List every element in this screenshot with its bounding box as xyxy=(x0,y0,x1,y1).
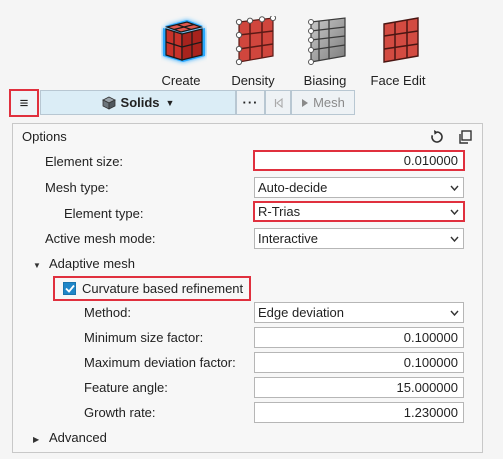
curvature-refinement-label: Curvature based refinement xyxy=(82,281,244,296)
caret-right-icon: ▶ xyxy=(33,435,40,444)
min-size-factor-value: 0.100000 xyxy=(403,330,458,345)
hamburger-menu-button[interactable]: ≡ xyxy=(9,89,39,117)
biasing-label: Biasing xyxy=(303,73,347,88)
solid-cube-icon xyxy=(101,96,116,110)
play-icon xyxy=(302,98,309,107)
density-mesh-icon xyxy=(235,16,277,66)
face-edit-tool[interactable]: Face Edit xyxy=(363,14,433,90)
method-label: Method: xyxy=(84,305,131,320)
feature-angle-input[interactable]: 15.000000 xyxy=(254,377,464,398)
density-label: Density xyxy=(231,73,275,88)
min-size-factor-label: Minimum size factor: xyxy=(84,330,204,345)
growth-rate-input[interactable]: 1.230000 xyxy=(254,402,464,423)
chevron-down-icon xyxy=(450,310,459,316)
reset-icon[interactable] xyxy=(429,129,445,145)
chevron-down-icon: ▼ xyxy=(165,97,175,108)
element-size-label: Element size: xyxy=(45,154,124,169)
mesh-panel-window: Create Density Biasing Face Edit ≡ Solid… xyxy=(0,0,503,459)
face-edit-icon xyxy=(383,17,419,63)
mesh-type-label: Mesh type: xyxy=(45,180,109,195)
element-type-value: R-Trias xyxy=(258,204,301,219)
ribbon: Create Density Biasing Face Edit xyxy=(0,0,503,88)
hamburger-icon: ≡ xyxy=(19,94,29,112)
mesh-button[interactable]: Mesh xyxy=(291,90,355,115)
curvature-refinement-option[interactable]: Curvature based refinement xyxy=(53,276,251,301)
advanced-label: Advanced xyxy=(49,430,107,445)
feature-angle-value: 15.000000 xyxy=(396,380,458,395)
mesh-type-value: Auto-decide xyxy=(258,180,328,195)
solids-label: Solids xyxy=(120,95,160,110)
options-panel: Options Element size: 0.010000 Mesh type… xyxy=(12,123,483,453)
chevron-down-icon xyxy=(450,185,459,191)
chevron-down-icon xyxy=(450,209,459,215)
element-type-select[interactable]: R-Trias xyxy=(253,201,465,222)
method-select[interactable]: Edge deviation xyxy=(254,302,464,323)
mesh-type-select[interactable]: Auto-decide xyxy=(254,177,464,198)
mesh-label: Mesh xyxy=(313,95,345,110)
caret-down-icon: ▼ xyxy=(33,261,41,270)
popout-icon[interactable] xyxy=(457,129,473,145)
feature-angle-label: Feature angle: xyxy=(84,380,168,395)
min-size-factor-input[interactable]: 0.100000 xyxy=(254,327,464,348)
active-mesh-mode-value: Interactive xyxy=(258,231,318,246)
options-title: Options xyxy=(22,129,67,144)
skip-back-icon xyxy=(274,97,283,108)
max-deviation-factor-label: Maximum deviation factor: xyxy=(84,355,236,370)
previous-button[interactable] xyxy=(265,90,291,115)
create-tool[interactable]: Create xyxy=(146,14,216,90)
advanced-section-header[interactable]: ▶ Advanced xyxy=(33,430,107,445)
mesh-toolbar: ≡ Solids ▼ ··· Mesh xyxy=(6,89,356,117)
max-deviation-factor-input[interactable]: 0.100000 xyxy=(254,352,464,373)
growth-rate-label: Growth rate: xyxy=(84,405,156,420)
adaptive-mesh-label: Adaptive mesh xyxy=(49,256,135,271)
active-mesh-mode-label: Active mesh mode: xyxy=(45,231,156,246)
solids-dropdown[interactable]: Solids ▼ xyxy=(40,90,236,115)
curvature-refinement-checkbox[interactable] xyxy=(63,282,76,295)
growth-rate-value: 1.230000 xyxy=(403,405,458,420)
density-tool[interactable]: Density xyxy=(218,14,288,90)
biasing-mesh-icon xyxy=(308,17,346,65)
create-cube-icon xyxy=(163,20,205,62)
create-label: Create xyxy=(161,73,201,88)
chevron-down-icon xyxy=(450,236,459,242)
more-icon: ··· xyxy=(242,95,259,110)
active-mesh-mode-select[interactable]: Interactive xyxy=(254,228,464,249)
method-value: Edge deviation xyxy=(258,305,345,320)
adaptive-mesh-section-header[interactable]: ▼ Adaptive mesh xyxy=(33,256,135,271)
face-edit-label: Face Edit xyxy=(370,73,426,88)
element-size-input[interactable]: 0.010000 xyxy=(253,150,465,171)
more-options-button[interactable]: ··· xyxy=(236,90,265,115)
element-size-value: 0.010000 xyxy=(403,153,458,168)
element-type-label: Element type: xyxy=(64,206,144,221)
biasing-tool[interactable]: Biasing xyxy=(290,14,360,90)
max-deviation-factor-value: 0.100000 xyxy=(403,355,458,370)
checkmark-icon xyxy=(64,284,75,293)
